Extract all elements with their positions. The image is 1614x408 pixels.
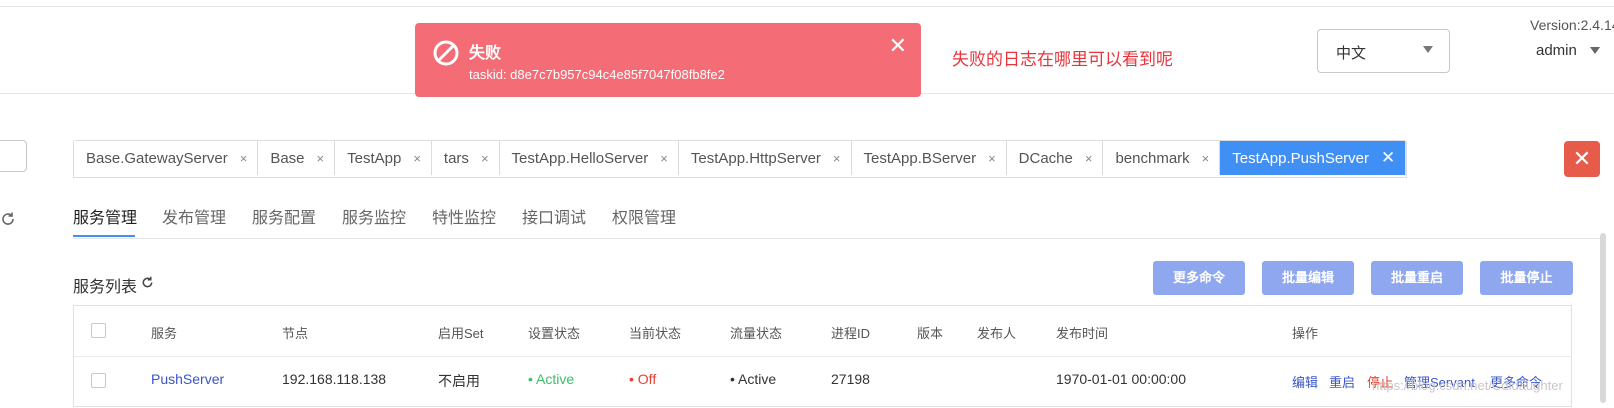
current-state: • Off [629,371,657,387]
toast-close-button[interactable]: ✕ [889,35,907,57]
tab-close-icon[interactable]: × [317,151,325,166]
publish-time: 1970-01-01 00:00:00 [1056,371,1186,387]
flow-state: • Active [730,371,777,387]
current-state-value: Off [637,371,657,387]
tab-testapp[interactable]: TestApp × [335,141,432,175]
tab-base-gatewayserver[interactable]: Base.GatewayServer × [74,141,259,175]
tab-close-icon[interactable]: × [1085,151,1093,166]
header-pid: 进程ID [831,326,871,341]
nav-service-config[interactable]: 服务配置 [252,204,316,228]
service-nav: 服务管理 发布管理 服务配置 服务监控 特性监控 接口调试 权限管理 [73,200,1605,239]
tab-label: DCache [1018,149,1073,167]
nav-service-monitor[interactable]: 服务监控 [342,204,406,228]
nav-interface-debug[interactable]: 接口调试 [522,204,586,228]
user-menu[interactable]: admin [1536,42,1577,59]
service-table: 服务 节点 启用Set 设置状态 当前状态 流量状态 进程ID 版本 发布人 发… [73,305,1572,407]
edit-link[interactable]: 编辑 [1292,372,1318,391]
nav-feature-monitor[interactable]: 特性监控 [432,204,496,228]
refresh-icon[interactable] [0,211,16,227]
tab-close-icon[interactable]: × [240,151,248,166]
header-actions: 操作 [1292,326,1319,341]
user-chevron-down-icon[interactable] [1590,47,1600,54]
set-status: 不启用 [438,373,480,389]
tab-close-icon[interactable]: × [481,151,489,166]
close-all-tabs-button[interactable]: ✕ [1564,141,1600,177]
select-all-checkbox[interactable] [91,323,106,338]
batch-stop-button[interactable]: 批量停止 [1480,261,1573,295]
setting-state: • Active [528,371,575,387]
tab-close-icon[interactable]: × [988,151,996,166]
language-value: 中文 [1336,45,1367,62]
header-flow-state: 流量状态 [730,326,783,341]
header-setting-state: 设置状态 [528,326,581,341]
tab-close-icon[interactable]: × [413,151,421,166]
version-label: Version:2.4.14 [1530,17,1614,33]
flow-state-value: Active [738,371,777,387]
tab-label: TestApp.HelloServer [511,149,649,167]
language-select[interactable]: 中文 [1317,29,1450,73]
tab-testapp-helloserver[interactable]: TestApp.HelloServer × [499,141,679,175]
tab-label: TestApp.PushServer [1232,149,1370,167]
tab-testapp-bserver[interactable]: TestApp.BServer × [851,141,1007,175]
tab-testapp-httpserver[interactable]: TestApp.HttpServer × [678,141,852,175]
tab-label: benchmark [1115,149,1190,167]
tab-close-icon[interactable]: × [1202,151,1210,166]
batch-restart-button[interactable]: 批量重启 [1371,261,1463,295]
header-version: 版本 [917,326,944,341]
service-name-link[interactable]: PushServer [151,371,224,387]
process-id: 27198 [831,371,870,387]
chevron-down-icon [1423,46,1433,53]
tab-label: Base.GatewayServer [86,149,228,167]
toast-title: 失败 [469,45,502,62]
error-toast: 失败 taskid: d8e7c7b957c94c4e85f7047f08fb8… [415,23,921,97]
server-tabs: Base.GatewayServer × Base × TestApp × tars ×… [73,140,1408,178]
ban-icon [433,40,459,66]
tab-close-icon[interactable]: ✕ [1381,148,1395,168]
tab-label: tars [443,149,469,167]
nav-service-management[interactable]: 服务管理 [73,204,137,228]
vertical-scrollbar[interactable] [1600,233,1606,403]
tab-label: Base [270,149,305,167]
annotation-text: 失败的日志在哪里可以看到呢 [952,50,1173,69]
more-commands-button[interactable]: 更多命令 [1153,261,1245,295]
tab-testapp-pushserver[interactable]: TestApp.PushServer ✕ [1220,141,1407,175]
tab-dcache[interactable]: DCache × [1006,141,1104,175]
header-current-state: 当前状态 [629,326,682,341]
header-node: 节点 [282,326,309,341]
tab-close-icon[interactable]: × [660,151,668,166]
tab-label: TestApp.BServer [863,149,977,167]
watermark: https://blog.csdn.net/Cdidaughter [1372,378,1563,393]
tree-search-input[interactable] [0,140,27,172]
batch-edit-button[interactable]: 批量编辑 [1262,261,1354,295]
nav-release-management[interactable]: 发布管理 [162,204,226,228]
row-checkbox[interactable] [91,373,106,388]
setting-state-value: Active [536,371,575,387]
header-set: 启用Set [438,326,484,341]
tab-label: TestApp.HttpServer [690,149,821,167]
nav-permission-management[interactable]: 权限管理 [612,204,676,228]
header-publish-time: 发布时间 [1056,326,1109,341]
toast-message: taskid: d8e7c7b957c94c4e85f7047f08fb8fe2 [469,67,725,82]
refresh-icon[interactable] [141,276,154,289]
restart-link[interactable]: 重启 [1329,372,1355,391]
header-publisher: 发布人 [977,326,1017,341]
top-divider [0,0,1614,7]
tab-tars[interactable]: tars × [431,141,500,175]
node-ip: 192.168.118.138 [282,371,387,387]
tab-benchmark[interactable]: benchmark × [1103,141,1221,175]
section-title: 服务列表 [73,279,138,296]
tab-base[interactable]: Base × [258,141,336,175]
nav-active-indicator [73,235,135,237]
header-service: 服务 [151,326,178,341]
tab-label: TestApp [347,149,402,167]
table-header: 服务 节点 启用Set 设置状态 当前状态 流量状态 进程ID 版本 发布人 发… [74,306,1571,357]
tab-close-icon[interactable]: × [833,151,841,166]
